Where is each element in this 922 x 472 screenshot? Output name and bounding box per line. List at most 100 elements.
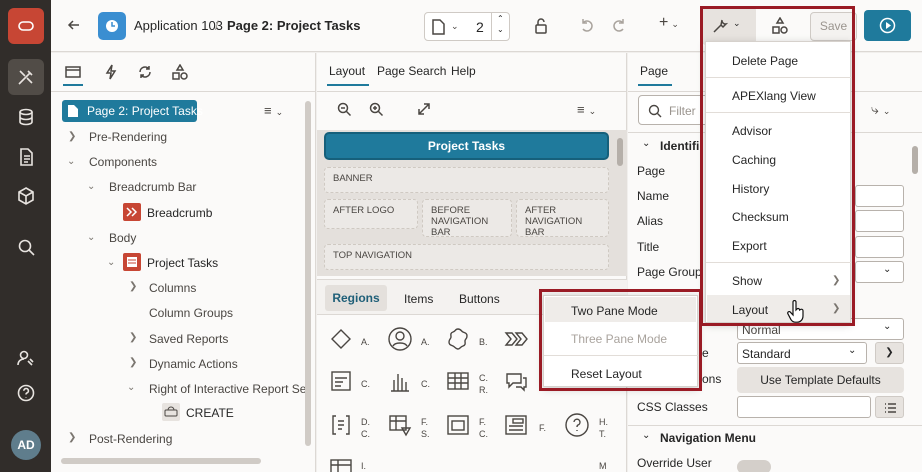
team-development-icon[interactable]	[8, 139, 44, 175]
chevron-up-icon[interactable]: ⌃	[497, 14, 504, 23]
undo-icon[interactable]	[579, 17, 595, 36]
collapse-chevron-icon[interactable]: ⌄	[87, 232, 95, 243]
zoom-out-icon[interactable]	[337, 102, 352, 120]
region-project-tasks[interactable]: Project Tasks	[324, 132, 609, 160]
template-options-select[interactable]: Standard ⌄	[737, 342, 867, 364]
position-banner[interactable]: BANNER	[324, 167, 609, 193]
page-stepper[interactable]: ⌃ ⌄	[491, 13, 510, 40]
app-builder-icon[interactable]	[8, 59, 44, 95]
tab-help[interactable]: Help	[451, 64, 476, 78]
css-classes-input[interactable]	[737, 396, 871, 418]
tree-item[interactable]: Columns	[149, 281, 196, 295]
expand-chevron-icon[interactable]: ❯	[68, 432, 76, 443]
expand-chevron-icon[interactable]: ❯	[129, 332, 137, 343]
tree-menu-icon[interactable]: ≡ ⌄	[264, 103, 283, 118]
template-options-button[interactable]: ❯	[875, 342, 904, 364]
tree-item[interactable]: Saved Reports	[149, 332, 228, 346]
tree-item[interactable]: Dynamic Actions	[149, 357, 238, 371]
help-text-icon[interactable]	[564, 412, 590, 438]
comments-icon[interactable]	[503, 368, 529, 394]
expand-chevron-icon[interactable]: ❯	[129, 281, 137, 292]
section-identification[interactable]: Identifi	[660, 139, 699, 153]
collapse-chevron-icon[interactable]: ⌄	[642, 430, 650, 441]
position-after-logo[interactable]: AFTER LOGO	[324, 199, 418, 229]
sql-workshop-icon[interactable]	[8, 99, 44, 135]
avatar[interactable]: AD	[11, 430, 41, 460]
card-icon[interactable]	[328, 368, 354, 394]
use-template-defaults-button[interactable]: Use Template Defaults	[737, 367, 904, 393]
tab-regions[interactable]: Regions	[325, 285, 387, 311]
classic-report-icon[interactable]	[445, 368, 471, 394]
tree-item[interactable]: Breadcrumb	[147, 206, 212, 220]
section-navigation-menu[interactable]: Navigation Menu	[660, 431, 756, 445]
tab-page[interactable]: Page	[640, 64, 668, 78]
rendering-tab-icon[interactable]	[65, 64, 81, 83]
search-icon[interactable]	[8, 229, 44, 265]
title-input[interactable]	[855, 236, 904, 258]
expand-chevron-icon[interactable]: ❯	[68, 131, 76, 142]
expand-icon[interactable]	[417, 102, 431, 119]
layout-menu-icon[interactable]: ≡ ⌄	[577, 102, 596, 117]
tab-layout[interactable]: Layout	[329, 64, 365, 78]
help-icon[interactable]	[8, 375, 44, 411]
tree-node-page[interactable]: Page 2: Project Tasks	[62, 100, 203, 122]
tree-item[interactable]: Body	[109, 231, 136, 245]
application-link[interactable]: Application 103	[134, 18, 223, 33]
administration-icon[interactable]	[8, 340, 44, 376]
tab-page-search[interactable]: Page Search	[377, 64, 446, 78]
position-after-navigation-bar[interactable]: AFTER NAVIGATION BAR	[516, 199, 609, 238]
badge-icon[interactable]	[445, 326, 471, 352]
position-top-navigation[interactable]: TOP NAVIGATION	[324, 244, 609, 270]
tab-buttons[interactable]: Buttons	[459, 292, 500, 306]
lock-page-icon[interactable]	[533, 18, 549, 37]
filter-region-icon[interactable]	[503, 412, 529, 438]
breadcrumb-region-icon[interactable]	[503, 326, 529, 352]
go-to-group-icon[interactable]: ⤷ ⌄	[871, 101, 890, 118]
tree-item[interactable]: Pre-Rendering	[89, 130, 167, 144]
tree-item[interactable]: Components	[89, 155, 157, 169]
vertical-scrollbar[interactable]	[305, 101, 311, 446]
redo-icon[interactable]	[611, 17, 627, 36]
collapse-chevron-icon[interactable]: ⌄	[67, 156, 75, 167]
diamond-icon[interactable]	[328, 326, 354, 352]
position-before-navigation-bar[interactable]: BEFORE NAVIGATION BAR	[422, 199, 512, 238]
avatar-region-icon[interactable]	[387, 326, 413, 352]
tree-item[interactable]: Right of Interactive Report Searc	[149, 382, 305, 396]
tree-item[interactable]: Project Tasks	[147, 256, 218, 270]
name-input[interactable]	[855, 185, 904, 207]
collapse-chevron-icon[interactable]: ⌄	[107, 257, 115, 268]
collapse-chevron-icon[interactable]: ⌄	[642, 138, 650, 149]
create-menu-button[interactable]: + ⌄	[659, 14, 679, 32]
zoom-in-icon[interactable]	[369, 102, 384, 120]
override-user-toggle[interactable]	[737, 460, 771, 472]
gallery-icon[interactable]	[8, 178, 44, 214]
shared-components-tab-icon[interactable]	[172, 63, 188, 83]
interactive-grid-icon[interactable]	[328, 456, 354, 472]
properties-scrollbar[interactable]	[912, 146, 918, 174]
processing-tab-icon[interactable]	[137, 64, 153, 83]
chart-icon[interactable]	[387, 368, 413, 394]
run-button[interactable]	[864, 10, 911, 41]
collapse-chevron-icon[interactable]: ⌄	[127, 382, 135, 393]
canvas-scrollbar[interactable]	[617, 138, 623, 166]
css-classes-picker-button[interactable]	[875, 396, 904, 418]
horizontal-scrollbar[interactable]	[61, 458, 261, 464]
tree-item[interactable]: CREATE	[186, 406, 234, 420]
dynamic-actions-tab-icon[interactable]	[103, 64, 119, 83]
page-number-input[interactable]: 2	[476, 19, 484, 35]
collapse-chevron-icon[interactable]: ⌄	[87, 181, 95, 192]
expand-chevron-icon[interactable]: ❯	[129, 357, 137, 368]
oracle-logo-icon[interactable]	[8, 8, 44, 44]
tree-item[interactable]: Post-Rendering	[89, 432, 172, 446]
page-group-select[interactable]: ⌄	[855, 261, 904, 283]
dynamic-content-icon[interactable]	[328, 412, 354, 438]
back-arrow-icon[interactable]	[67, 18, 81, 35]
tab-items[interactable]: Items	[404, 292, 433, 306]
faceted-search-icon[interactable]	[387, 412, 413, 438]
form-icon[interactable]	[445, 412, 471, 438]
alias-input[interactable]	[855, 210, 904, 232]
tree-item[interactable]: Breadcrumb Bar	[109, 180, 196, 194]
chevron-down-icon[interactable]: ⌄	[497, 25, 504, 34]
tree-item[interactable]: Column Groups	[149, 306, 233, 320]
page-selector[interactable]: ⌄ 2 ⌃ ⌄	[424, 12, 510, 41]
